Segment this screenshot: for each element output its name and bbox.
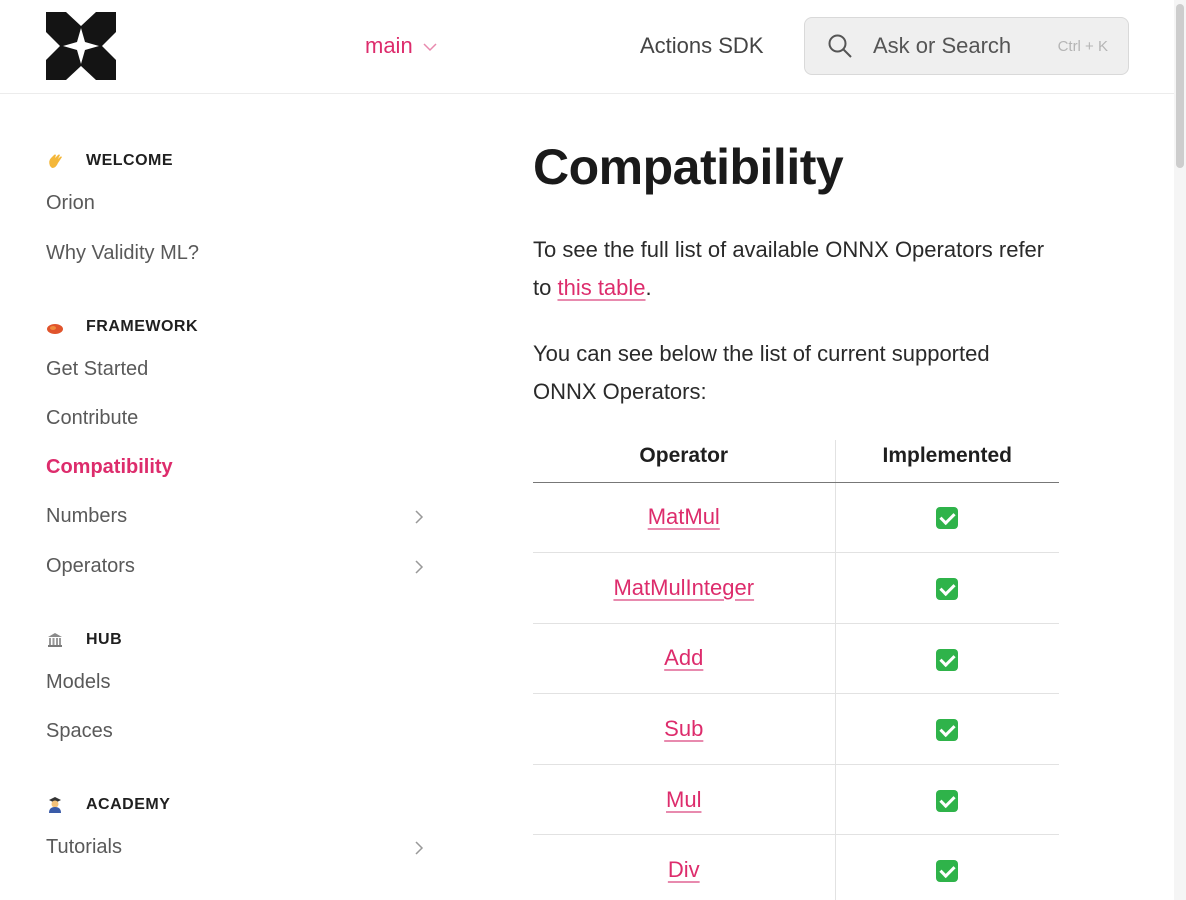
section-framework: FRAMEWORK [46, 318, 198, 336]
operator-link[interactable]: Add [664, 645, 703, 670]
top-header: main Actions SDK Ask or Search Ctrl + K [0, 0, 1174, 94]
sidebar-item-spaces[interactable]: Spaces [46, 720, 426, 743]
table-row: MatMul [533, 482, 1059, 554]
section-title: FRAMEWORK [86, 318, 199, 335]
sidebar-item-contribute[interactable]: Contribute [46, 407, 426, 430]
column-header-implemented: Implemented [835, 440, 1059, 483]
classical-building-icon [48, 633, 62, 647]
check-mark-icon [936, 507, 959, 530]
sidebar: WELCOME Orion Why Validity ML? FRAMEWORK… [0, 94, 440, 900]
supported-paragraph: You can see below the list of current su… [533, 341, 990, 404]
search-icon [828, 34, 852, 58]
check-mark-icon [936, 860, 959, 883]
logo-icon[interactable] [46, 12, 116, 80]
table-row: Add [533, 623, 1059, 695]
section-title: HUB [86, 631, 123, 648]
operator-link[interactable]: MatMul [648, 504, 720, 529]
operator-link[interactable]: Mul [666, 787, 701, 812]
check-mark-icon [936, 789, 959, 812]
operator-link[interactable]: Sub [664, 716, 703, 741]
chevron-down-icon [423, 42, 437, 51]
table-row: MatMulInteger [533, 552, 1059, 624]
search-bar[interactable]: Ask or Search Ctrl + K [804, 17, 1129, 75]
sidebar-item-get-started[interactable]: Get Started [46, 358, 426, 381]
sidebar-item-tutorials[interactable]: Tutorials [46, 836, 426, 859]
page-scrollbar[interactable] [1174, 0, 1186, 900]
search-placeholder: Ask or Search [873, 33, 1012, 58]
operator-link[interactable]: Div [668, 857, 700, 882]
version-label: main [365, 33, 413, 58]
chevron-right-icon[interactable] [415, 840, 424, 855]
waving-hand-icon [49, 154, 62, 168]
actions-sdk-link[interactable]: Actions SDK [640, 33, 764, 59]
sidebar-item-models[interactable]: Models [46, 671, 426, 694]
table-header-row: Operator Implemented [533, 440, 1059, 483]
section-hub: HUB [46, 631, 122, 649]
operator-link[interactable]: MatMulInteger [613, 575, 754, 600]
search-shortcut: Ctrl + K [1057, 38, 1108, 55]
section-welcome: WELCOME [46, 152, 173, 170]
check-mark-icon [936, 578, 959, 601]
sidebar-item-numbers[interactable]: Numbers [46, 505, 426, 528]
check-mark-icon [936, 719, 959, 742]
operators-table: Operator Implemented MatMul MatMulIntege… [533, 440, 1059, 900]
graduate-icon [49, 797, 61, 813]
intro-paragraph: To see the full list of available ONNX O… [533, 237, 1045, 300]
version-selector[interactable]: main [365, 33, 437, 59]
table-row: Sub [533, 693, 1059, 765]
table-row: Mul [533, 764, 1059, 836]
sidebar-item-operators[interactable]: Operators [46, 555, 426, 578]
table-row: Div [533, 834, 1059, 900]
section-title: ACADEMY [86, 796, 171, 813]
check-mark-icon [936, 648, 959, 671]
section-title: WELCOME [86, 152, 174, 169]
chevron-right-icon[interactable] [415, 509, 424, 524]
sidebar-item-why-validity-ml[interactable]: Why Validity ML? [46, 242, 426, 265]
onnx-table-link[interactable]: this table [557, 275, 645, 300]
sidebar-item-compatibility[interactable]: Compatibility [46, 456, 426, 479]
section-academy: ACADEMY [46, 796, 170, 814]
sidebar-item-orion[interactable]: Orion [46, 192, 426, 215]
column-header-operator: Operator [533, 440, 836, 483]
scrollbar-thumb[interactable] [1176, 4, 1184, 168]
chevron-right-icon[interactable] [415, 559, 424, 574]
page-title: Compatibility [533, 139, 844, 195]
fire-icon [47, 324, 63, 334]
